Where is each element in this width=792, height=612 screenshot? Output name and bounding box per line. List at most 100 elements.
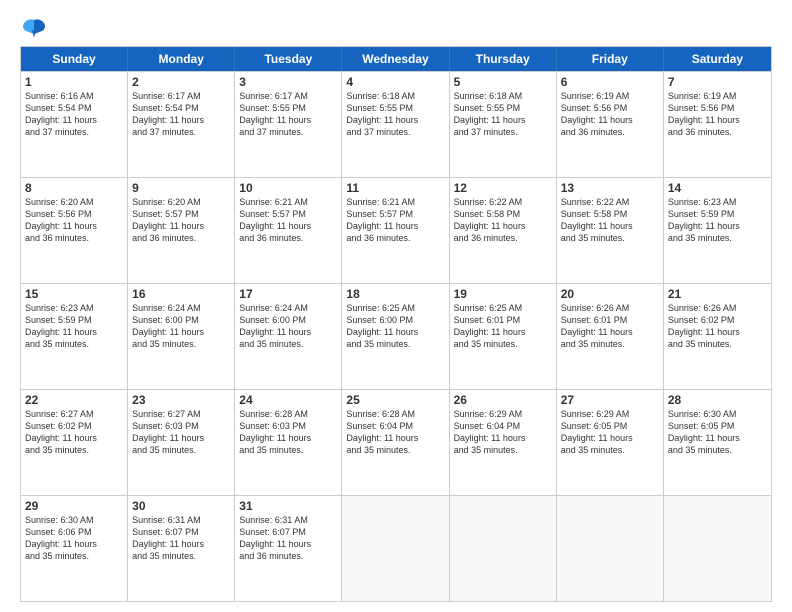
calendar-cell: 24Sunrise: 6:28 AMSunset: 6:03 PMDayligh… <box>235 390 342 495</box>
cell-details: Sunrise: 6:25 AMSunset: 6:00 PMDaylight:… <box>346 302 444 351</box>
calendar-cell: 23Sunrise: 6:27 AMSunset: 6:03 PMDayligh… <box>128 390 235 495</box>
calendar-cell: 26Sunrise: 6:29 AMSunset: 6:04 PMDayligh… <box>450 390 557 495</box>
day-number: 21 <box>668 287 767 301</box>
calendar-cell: 13Sunrise: 6:22 AMSunset: 5:58 PMDayligh… <box>557 178 664 283</box>
calendar-header-row: SundayMondayTuesdayWednesdayThursdayFrid… <box>21 47 771 71</box>
cell-details: Sunrise: 6:30 AMSunset: 6:05 PMDaylight:… <box>668 408 767 457</box>
cell-details: Sunrise: 6:27 AMSunset: 6:03 PMDaylight:… <box>132 408 230 457</box>
calendar-body: 1Sunrise: 6:16 AMSunset: 5:54 PMDaylight… <box>21 71 771 601</box>
calendar-header-cell: Friday <box>557 47 664 71</box>
calendar-cell: 8Sunrise: 6:20 AMSunset: 5:56 PMDaylight… <box>21 178 128 283</box>
cell-details: Sunrise: 6:21 AMSunset: 5:57 PMDaylight:… <box>239 196 337 245</box>
calendar-cell <box>557 496 664 601</box>
day-number: 20 <box>561 287 659 301</box>
cell-details: Sunrise: 6:19 AMSunset: 5:56 PMDaylight:… <box>561 90 659 139</box>
day-number: 26 <box>454 393 552 407</box>
logo <box>20 16 52 38</box>
cell-details: Sunrise: 6:29 AMSunset: 6:05 PMDaylight:… <box>561 408 659 457</box>
calendar-week: 8Sunrise: 6:20 AMSunset: 5:56 PMDaylight… <box>21 177 771 283</box>
calendar-cell: 30Sunrise: 6:31 AMSunset: 6:07 PMDayligh… <box>128 496 235 601</box>
day-number: 9 <box>132 181 230 195</box>
calendar-cell: 20Sunrise: 6:26 AMSunset: 6:01 PMDayligh… <box>557 284 664 389</box>
calendar-cell: 12Sunrise: 6:22 AMSunset: 5:58 PMDayligh… <box>450 178 557 283</box>
calendar-cell: 9Sunrise: 6:20 AMSunset: 5:57 PMDaylight… <box>128 178 235 283</box>
cell-details: Sunrise: 6:21 AMSunset: 5:57 PMDaylight:… <box>346 196 444 245</box>
day-number: 11 <box>346 181 444 195</box>
day-number: 22 <box>25 393 123 407</box>
calendar-week: 15Sunrise: 6:23 AMSunset: 5:59 PMDayligh… <box>21 283 771 389</box>
day-number: 16 <box>132 287 230 301</box>
calendar-cell: 19Sunrise: 6:25 AMSunset: 6:01 PMDayligh… <box>450 284 557 389</box>
calendar: SundayMondayTuesdayWednesdayThursdayFrid… <box>20 46 772 602</box>
calendar-header-cell: Monday <box>128 47 235 71</box>
day-number: 24 <box>239 393 337 407</box>
day-number: 27 <box>561 393 659 407</box>
cell-details: Sunrise: 6:26 AMSunset: 6:02 PMDaylight:… <box>668 302 767 351</box>
cell-details: Sunrise: 6:28 AMSunset: 6:04 PMDaylight:… <box>346 408 444 457</box>
calendar-cell <box>664 496 771 601</box>
cell-details: Sunrise: 6:26 AMSunset: 6:01 PMDaylight:… <box>561 302 659 351</box>
day-number: 18 <box>346 287 444 301</box>
calendar-cell <box>342 496 449 601</box>
day-number: 28 <box>668 393 767 407</box>
cell-details: Sunrise: 6:31 AMSunset: 6:07 PMDaylight:… <box>239 514 337 563</box>
calendar-cell: 28Sunrise: 6:30 AMSunset: 6:05 PMDayligh… <box>664 390 771 495</box>
calendar-cell: 5Sunrise: 6:18 AMSunset: 5:55 PMDaylight… <box>450 72 557 177</box>
cell-details: Sunrise: 6:18 AMSunset: 5:55 PMDaylight:… <box>346 90 444 139</box>
day-number: 25 <box>346 393 444 407</box>
day-number: 13 <box>561 181 659 195</box>
cell-details: Sunrise: 6:16 AMSunset: 5:54 PMDaylight:… <box>25 90 123 139</box>
calendar-cell: 14Sunrise: 6:23 AMSunset: 5:59 PMDayligh… <box>664 178 771 283</box>
calendar-cell: 15Sunrise: 6:23 AMSunset: 5:59 PMDayligh… <box>21 284 128 389</box>
cell-details: Sunrise: 6:17 AMSunset: 5:54 PMDaylight:… <box>132 90 230 139</box>
day-number: 8 <box>25 181 123 195</box>
cell-details: Sunrise: 6:24 AMSunset: 6:00 PMDaylight:… <box>132 302 230 351</box>
cell-details: Sunrise: 6:23 AMSunset: 5:59 PMDaylight:… <box>668 196 767 245</box>
calendar-week: 1Sunrise: 6:16 AMSunset: 5:54 PMDaylight… <box>21 71 771 177</box>
calendar-cell: 11Sunrise: 6:21 AMSunset: 5:57 PMDayligh… <box>342 178 449 283</box>
calendar-cell: 16Sunrise: 6:24 AMSunset: 6:00 PMDayligh… <box>128 284 235 389</box>
day-number: 2 <box>132 75 230 89</box>
header <box>20 16 772 38</box>
cell-details: Sunrise: 6:24 AMSunset: 6:00 PMDaylight:… <box>239 302 337 351</box>
cell-details: Sunrise: 6:23 AMSunset: 5:59 PMDaylight:… <box>25 302 123 351</box>
calendar-cell: 17Sunrise: 6:24 AMSunset: 6:00 PMDayligh… <box>235 284 342 389</box>
day-number: 17 <box>239 287 337 301</box>
calendar-cell: 7Sunrise: 6:19 AMSunset: 5:56 PMDaylight… <box>664 72 771 177</box>
calendar-week: 29Sunrise: 6:30 AMSunset: 6:06 PMDayligh… <box>21 495 771 601</box>
logo-bird-icon <box>20 16 48 38</box>
cell-details: Sunrise: 6:19 AMSunset: 5:56 PMDaylight:… <box>668 90 767 139</box>
calendar-cell: 29Sunrise: 6:30 AMSunset: 6:06 PMDayligh… <box>21 496 128 601</box>
calendar-cell: 6Sunrise: 6:19 AMSunset: 5:56 PMDaylight… <box>557 72 664 177</box>
day-number: 31 <box>239 499 337 513</box>
day-number: 30 <box>132 499 230 513</box>
calendar-cell: 25Sunrise: 6:28 AMSunset: 6:04 PMDayligh… <box>342 390 449 495</box>
cell-details: Sunrise: 6:31 AMSunset: 6:07 PMDaylight:… <box>132 514 230 563</box>
day-number: 15 <box>25 287 123 301</box>
day-number: 4 <box>346 75 444 89</box>
calendar-cell: 1Sunrise: 6:16 AMSunset: 5:54 PMDaylight… <box>21 72 128 177</box>
cell-details: Sunrise: 6:25 AMSunset: 6:01 PMDaylight:… <box>454 302 552 351</box>
calendar-cell: 22Sunrise: 6:27 AMSunset: 6:02 PMDayligh… <box>21 390 128 495</box>
day-number: 29 <box>25 499 123 513</box>
cell-details: Sunrise: 6:29 AMSunset: 6:04 PMDaylight:… <box>454 408 552 457</box>
calendar-week: 22Sunrise: 6:27 AMSunset: 6:02 PMDayligh… <box>21 389 771 495</box>
day-number: 10 <box>239 181 337 195</box>
calendar-header-cell: Thursday <box>450 47 557 71</box>
day-number: 1 <box>25 75 123 89</box>
cell-details: Sunrise: 6:20 AMSunset: 5:57 PMDaylight:… <box>132 196 230 245</box>
calendar-header-cell: Tuesday <box>235 47 342 71</box>
calendar-header-cell: Saturday <box>664 47 771 71</box>
day-number: 5 <box>454 75 552 89</box>
calendar-header-cell: Sunday <box>21 47 128 71</box>
calendar-cell: 4Sunrise: 6:18 AMSunset: 5:55 PMDaylight… <box>342 72 449 177</box>
calendar-cell: 31Sunrise: 6:31 AMSunset: 6:07 PMDayligh… <box>235 496 342 601</box>
calendar-header-cell: Wednesday <box>342 47 449 71</box>
day-number: 23 <box>132 393 230 407</box>
cell-details: Sunrise: 6:17 AMSunset: 5:55 PMDaylight:… <box>239 90 337 139</box>
calendar-cell: 21Sunrise: 6:26 AMSunset: 6:02 PMDayligh… <box>664 284 771 389</box>
day-number: 12 <box>454 181 552 195</box>
cell-details: Sunrise: 6:18 AMSunset: 5:55 PMDaylight:… <box>454 90 552 139</box>
cell-details: Sunrise: 6:27 AMSunset: 6:02 PMDaylight:… <box>25 408 123 457</box>
day-number: 7 <box>668 75 767 89</box>
